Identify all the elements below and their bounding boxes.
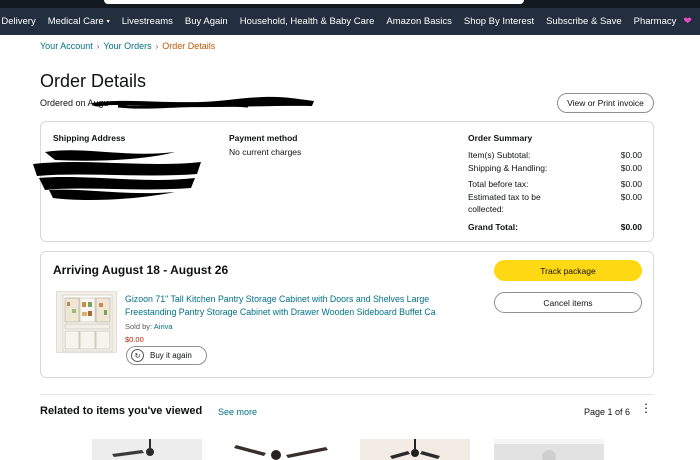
order-summary-card: Shipping Address Payment method No curre… [33,121,654,242]
page-title: Order Details [40,71,147,91]
pantry-cabinet-image [62,294,113,352]
nav-item-amazon-basics[interactable]: Amazon Basics [380,8,457,35]
breadcrumb-separator: › [155,41,159,51]
nav-item-label: Medical Care [47,16,104,27]
nav-item-household[interactable]: Household, Health & Baby Care [234,8,381,35]
shipping-address-label: Shipping Address [53,133,126,143]
view-print-invoice-button[interactable]: View or Print invoice [557,93,654,113]
sold-by-label: Sold by: [125,322,153,331]
shipment-card: Arriving August 18 - August 26 Gizoon 71… [40,251,654,378]
page-indicator: Page 1 of 6 [584,407,631,417]
nav-item-shop-by-interest[interactable]: Shop By Interest [458,8,540,35]
summary-row-value: $0.00 [620,179,642,189]
summary-row-label: Shipping & Handling: [468,163,548,173]
redaction-mark [33,150,201,200]
nav-item-medical-care[interactable]: Medical Care ▾ [42,8,116,35]
breadcrumb: Your Account › Your Orders › Order Detai… [40,41,215,51]
seller-link[interactable]: Airiva [154,322,173,331]
related-item-thumbnail[interactable] [360,439,470,460]
ceiling-fan-image [494,439,604,460]
gift-icon[interactable]: ❤ [683,16,691,27]
nav-item-label: Subscribe & Save [546,16,622,27]
ceiling-fan-image [360,439,470,460]
summary-row-label: Estimated tax to be collected: [468,192,541,214]
nav-item-label: Amazon Basics [386,16,452,27]
nav-item-label: y Delivery [0,16,36,27]
breadcrumb-your-account[interactable]: Your Account [40,41,93,51]
related-items-title: Related to items you've viewed [40,405,203,417]
grand-total-row: Grand Total: $0.00 [468,221,642,233]
summary-row: Estimated tax to be collected: $0.00 [468,191,642,215]
summary-row: Total before tax: $0.00 [468,178,642,190]
breadcrumb-current: Order Details [162,41,216,51]
cancel-items-button[interactable]: Cancel items [494,292,642,313]
ceiling-fan-image [226,439,336,460]
product-image[interactable] [56,291,117,353]
see-more-link[interactable]: See more [218,407,257,417]
product-title-link[interactable]: Gizoon 71" Tall Kitchen Pantry Storage C… [125,293,465,319]
buy-again-button[interactable]: ↻ Buy it again [126,346,207,365]
payment-method-value: No current charges [229,147,302,157]
grand-total-label: Grand Total: [468,222,518,232]
item-price: $0.00 [125,335,144,344]
summary-row: Shipping & Handling: $0.00 [468,162,642,174]
summary-row-value: $0.00 [620,192,642,202]
breadcrumb-separator: › [96,41,100,51]
summary-row: Item(s) Subtotal: $0.00 [468,149,642,161]
nav-item-buy-again[interactable]: Buy Again [179,8,234,35]
arriving-date: Arriving August 18 - August 26 [53,263,229,277]
nav-item-label: Livestreams [121,16,173,27]
related-item-thumbnail[interactable] [226,439,336,460]
order-summary-label: Order Summary [468,133,533,143]
related-item-thumbnail[interactable] [494,439,604,460]
track-package-button[interactable]: Track package [494,260,642,281]
nav-item-subscribe-save[interactable]: Subscribe & Save [540,8,628,35]
payment-method-label: Payment method [229,133,298,143]
ceiling-fan-image [92,439,202,460]
chevron-down-icon: ▾ [106,19,110,25]
nav-item-pharmacy[interactable]: Pharmacy [628,8,683,35]
section-divider [40,394,654,395]
nav-item-label: Shop By Interest [463,16,535,27]
summary-row-label: Total before tax: [468,179,529,189]
buy-again-label: Buy it again [150,351,192,360]
nav-item-label: Household, Health & Baby Care [239,16,375,27]
summary-row-value: $0.00 [620,163,642,173]
nav-item-label: Pharmacy [633,16,677,27]
related-item-thumbnail[interactable] [92,439,202,460]
redaction-mark [92,96,314,109]
nav-item-delivery[interactable]: y Delivery [0,8,42,35]
buy-again-icon: ↻ [131,349,144,362]
more-options-icon[interactable]: ⋮ [640,402,652,414]
nav-item-label: Buy Again [184,16,228,27]
grand-total-value: $0.00 [620,222,642,232]
summary-row-value: $0.00 [620,150,642,160]
nav-item-livestreams[interactable]: Livestreams [116,8,179,35]
summary-row-label: Item(s) Subtotal: [468,150,531,160]
breadcrumb-your-orders[interactable]: Your Orders [103,41,151,51]
nav-bar: y Delivery Medical Care▾ Livestreams Buy… [0,8,700,35]
sold-by: Sold by: Airiva [125,322,173,331]
top-header [0,0,700,8]
search-bar[interactable] [104,0,524,4]
